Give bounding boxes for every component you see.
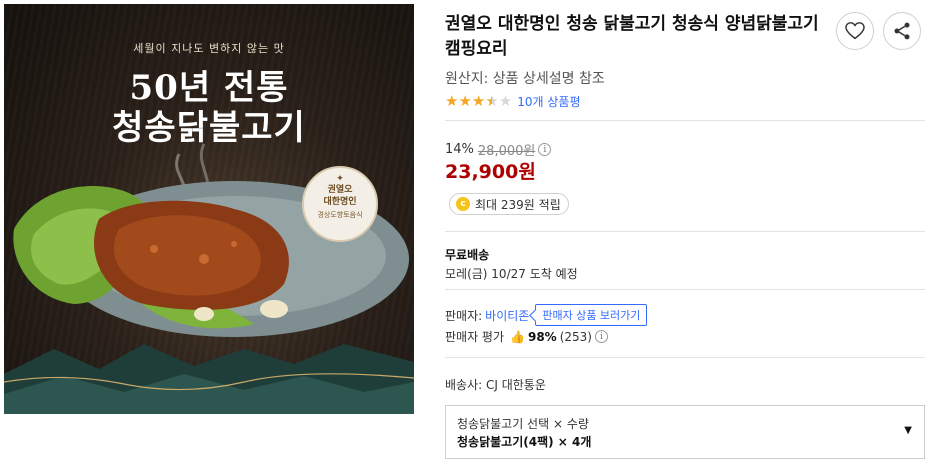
- image-tagline: 세월이 지나도 변하지 않는 맛: [133, 42, 285, 55]
- share-button[interactable]: [883, 12, 921, 50]
- divider: [445, 231, 925, 232]
- share-icon: [894, 22, 910, 40]
- thumbs-up-icon: 👍: [510, 329, 525, 344]
- product-image: 세월이 지나도 변하지 않는 맛 50년 전통 청송닭불고기 ✦ 권열오 대한명…: [4, 4, 414, 414]
- badge-line3: 경상도향토음식: [317, 211, 363, 219]
- seller-rating-percent: 98%: [527, 329, 557, 344]
- seller-row: 판매자: 바이티존 판매자 상품 보러가기: [445, 304, 648, 326]
- caret-down-icon: ▼: [904, 425, 912, 436]
- origin-text: 원산지: 상품 상세설명 참조: [445, 71, 605, 87]
- reward-badge: c 최대 239원 적립: [449, 193, 569, 215]
- sale-price: 23,900원: [445, 161, 536, 183]
- option-header: 청송닭불고기 선택 × 수량: [457, 417, 589, 431]
- seller-rating-count: (253): [559, 329, 592, 344]
- seller-rating-label: 판매자 평가: [445, 330, 505, 344]
- divider: [445, 289, 925, 290]
- option-selected: 청송닭불고기(4팩) × 4개: [457, 435, 592, 449]
- info-icon[interactable]: i: [594, 330, 608, 343]
- review-count-link[interactable]: 10개 상품평: [517, 93, 580, 110]
- badge-line2: 대한명인: [323, 197, 357, 207]
- reward-text: 최대 239원 적립: [475, 197, 561, 212]
- badge-line1: 권열오: [327, 185, 353, 195]
- image-headline-line2: 청송닭불고기: [112, 108, 306, 148]
- master-badge: ✦ 권열오 대한명인 경상도향토음식: [302, 166, 378, 242]
- seller-products-tooltip[interactable]: 판매자 상품 보러가기: [535, 304, 648, 326]
- product-rating: ★ ★ ★ ★ ★ 10개 상품평: [445, 93, 581, 110]
- discount-rate: 14%: [445, 142, 474, 157]
- badge-star-icon: ✦: [336, 174, 344, 184]
- product-title: 권열오 대한명인 청송 닭불고기 청송식 양념닭불고기 캠핑요리: [445, 14, 819, 59]
- coin-icon: c: [456, 197, 470, 211]
- seller-label: 판매자:: [445, 308, 483, 323]
- seller-name-link[interactable]: 바이티존: [485, 307, 529, 324]
- heart-icon: [845, 22, 865, 40]
- info-icon[interactable]: i: [538, 143, 552, 156]
- wishlist-button[interactable]: [836, 12, 874, 50]
- divider: [445, 120, 925, 121]
- star-icon: ★: [458, 92, 472, 110]
- seller-rating-row: 판매자 평가 👍 98% (253) i: [445, 328, 608, 345]
- half-star-icon: ★: [485, 92, 499, 110]
- shipping-label: 무료배송: [445, 248, 490, 262]
- star-icon: ★: [445, 92, 459, 110]
- divider: [445, 357, 925, 358]
- arrival-date: 모레(금) 10/27 도착 예정: [445, 267, 578, 281]
- product-info-panel: 권열오 대한명인 청송 닭불고기 청송식 양념닭불고기 캠핑요리 원산지: 상품…: [445, 0, 932, 464]
- option-selector[interactable]: 청송닭불고기 선택 × 수량 청송닭불고기(4팩) × 4개 ▼: [445, 405, 925, 459]
- star-icon: ★: [471, 92, 486, 110]
- star-icon: ★: [498, 92, 513, 110]
- carrier-text: 배송사: CJ 대한통운: [445, 378, 546, 392]
